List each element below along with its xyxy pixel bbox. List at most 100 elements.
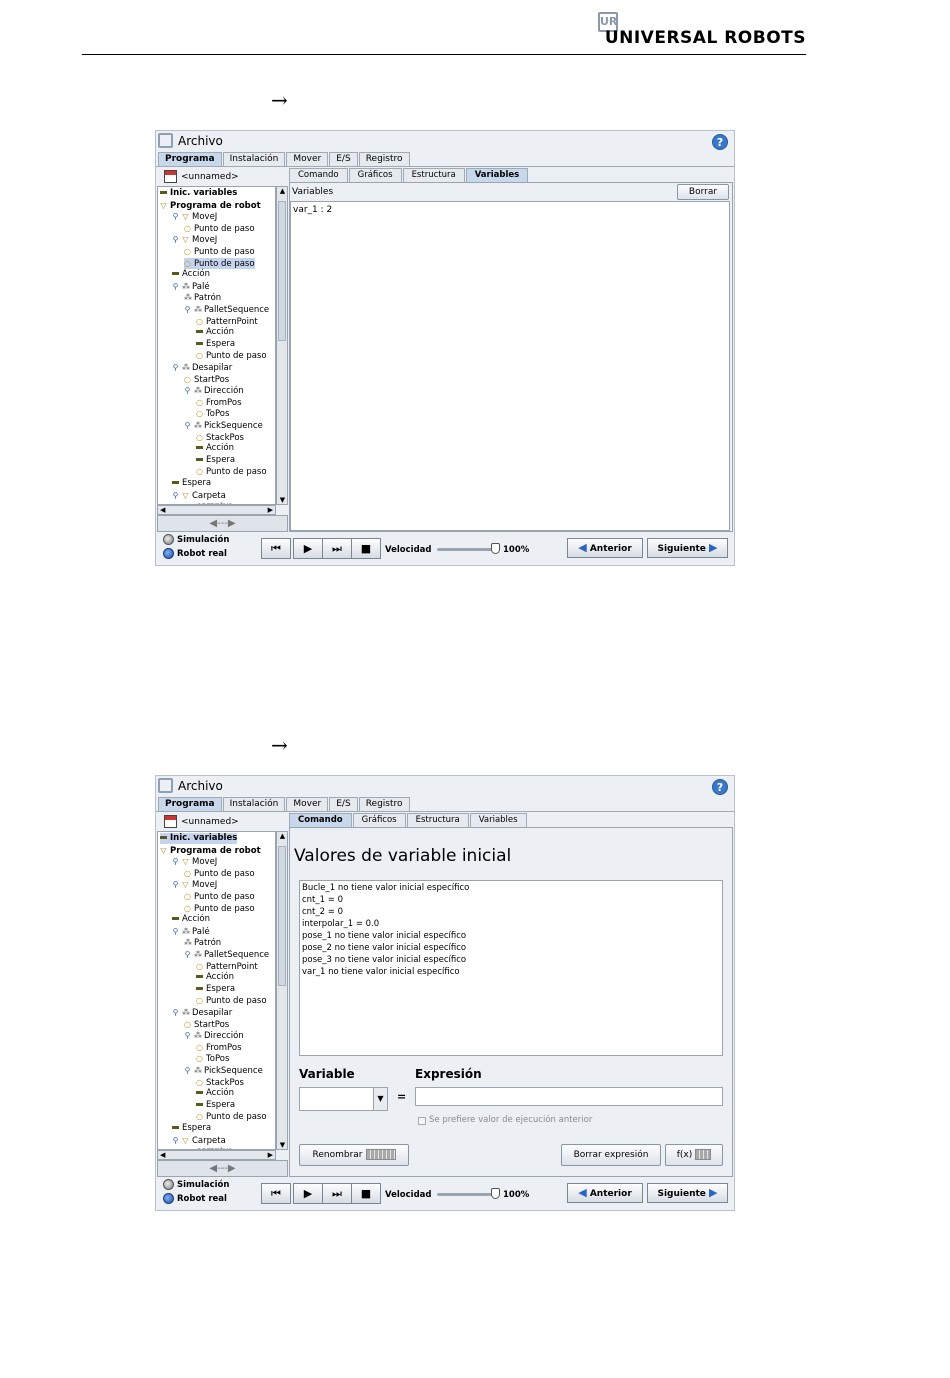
- expand-toggle-icon[interactable]: ⚲: [184, 949, 191, 960]
- step-button[interactable]: ⏭: [322, 538, 352, 559]
- tab-mover[interactable]: Mover: [286, 152, 329, 166]
- tree-item[interactable]: ○ Punto de paso: [184, 246, 255, 257]
- tree-item[interactable]: ○ Punto de paso: [184, 903, 255, 914]
- tree-item[interactable]: ⚲ ⁂ Desapilar: [172, 362, 233, 373]
- rewind-button[interactable]: ⏮: [261, 538, 291, 559]
- tab-registro[interactable]: Registro: [358, 152, 410, 166]
- scroll-down-icon[interactable]: ▼: [278, 496, 287, 504]
- tree-item[interactable]: Acción: [172, 269, 210, 280]
- tab-es[interactable]: E/S: [329, 797, 358, 811]
- file-menu[interactable]: Archivo: [178, 134, 223, 148]
- tree-item[interactable]: ○ Punto de paso: [196, 995, 267, 1006]
- tab-variables[interactable]: Variables: [465, 168, 529, 182]
- tree-item[interactable]: ○ StackPos: [196, 1077, 244, 1088]
- expand-toggle-icon[interactable]: ⚲: [172, 211, 179, 222]
- expand-toggle-icon[interactable]: ⚲: [172, 926, 179, 937]
- tab-estructura[interactable]: Estructura: [406, 813, 469, 827]
- list-item[interactable]: var_1 : 2: [293, 205, 332, 215]
- tree-item[interactable]: ○ Punto de paso: [196, 466, 267, 477]
- tree-vertical-scrollbar[interactable]: ▲ ▼: [276, 831, 288, 1150]
- tree-item[interactable]: ⚲ ⁂ Palé: [172, 281, 210, 292]
- expand-toggle-icon[interactable]: ⚲: [172, 856, 179, 867]
- clear-expression-button[interactable]: Borrar expresión: [561, 1144, 661, 1166]
- list-item[interactable]: Bucle_1 no tiene valor inicial específic…: [302, 883, 469, 893]
- expand-toggle-icon[interactable]: ⚲: [172, 362, 179, 373]
- stop-button[interactable]: ■: [351, 538, 381, 559]
- tree-item[interactable]: ○ Punto de paso: [184, 891, 255, 902]
- scroll-left-icon[interactable]: ◀: [160, 1151, 165, 1159]
- tree-item[interactable]: ⚲ ▽ MoveJ: [172, 234, 218, 245]
- tree-horizontal-scrollbar[interactable]: ◀ ▶: [157, 505, 276, 515]
- radio-icon[interactable]: [163, 548, 174, 559]
- tree-item[interactable]: ○ StackPos: [196, 432, 244, 443]
- prefer-previous-checkbox[interactable]: [418, 1117, 426, 1125]
- scroll-up-icon[interactable]: ▲: [278, 187, 287, 195]
- tree-item[interactable]: ⚲ ⁂ Palé: [172, 926, 210, 937]
- tree-item[interactable]: ▽ Programa de robot: [160, 200, 260, 211]
- list-item[interactable]: pose_1 no tiene valor inicial específico: [302, 931, 466, 941]
- tree-item[interactable]: Acción: [196, 1088, 234, 1099]
- tree-item[interactable]: ⚲ ▽ MoveJ: [172, 211, 218, 222]
- tree-item[interactable]: ▽ Programa de robot: [160, 845, 260, 856]
- tree-item[interactable]: ○ Punto de paso: [184, 868, 255, 879]
- tree-item[interactable]: ⚲ ▽ MoveJ: [172, 879, 218, 890]
- list-item[interactable]: interpolar_1 = 0.0: [302, 919, 379, 929]
- help-icon[interactable]: ?: [712, 779, 728, 795]
- tab-variables[interactable]: Variables: [469, 813, 527, 827]
- expand-toggle-icon[interactable]: ⚲: [172, 879, 179, 890]
- expand-toggle-icon[interactable]: ⚲: [184, 420, 191, 431]
- play-button[interactable]: ▶: [293, 538, 323, 559]
- tree-item[interactable]: Espera: [196, 455, 235, 466]
- function-keyboard-button[interactable]: f(x): [665, 1144, 723, 1166]
- tree-item[interactable]: ⚲ ⁂ PalletSequence: [184, 949, 270, 960]
- expand-toggle-icon[interactable]: ⚲: [172, 281, 179, 292]
- tree-horizontal-scrollbar[interactable]: ◀ ▶: [157, 1150, 276, 1160]
- tree-item[interactable]: ○ PatternPoint: [196, 316, 258, 327]
- expand-toggle-icon[interactable]: ⚲: [184, 1065, 191, 1076]
- tab-registro[interactable]: Registro: [358, 797, 410, 811]
- list-item[interactable]: pose_3 no tiene valor inicial específico: [302, 955, 466, 965]
- tree-item[interactable]: ⚲ ▽ Carpeta: [172, 1135, 226, 1146]
- tree-item[interactable]: ○ StartPos: [184, 374, 229, 385]
- expand-toggle-icon[interactable]: ⚲: [184, 304, 191, 315]
- tree-item[interactable]: ⁂ Patrón: [184, 292, 221, 303]
- tab-graficos[interactable]: Gráficos: [352, 813, 406, 827]
- tree-item[interactable]: ⚲ ▽ Carpeta: [172, 490, 226, 501]
- tree-item[interactable]: ○ PatternPoint: [196, 961, 258, 972]
- tree-item[interactable]: ○ Punto de paso: [184, 257, 255, 269]
- previous-button[interactable]: ◀ Anterior: [567, 1183, 643, 1203]
- tree-item[interactable]: ○ Punto de paso: [184, 223, 255, 234]
- tree-item[interactable]: Acción: [172, 914, 210, 925]
- scroll-up-icon[interactable]: ▲: [278, 832, 287, 840]
- tree-item[interactable]: ⚲ ⁂ Dirección: [184, 1030, 244, 1041]
- speed-slider[interactable]: [437, 548, 495, 551]
- save-icon[interactable]: [164, 170, 177, 183]
- collapse-panel-button[interactable]: ◀---▶: [157, 1160, 288, 1177]
- tree-item[interactable]: Espera: [172, 478, 211, 489]
- play-button[interactable]: ▶: [293, 1183, 323, 1204]
- tree-item[interactable]: ⚲ ⁂ PickSequence: [184, 1065, 263, 1076]
- scroll-thumb[interactable]: [278, 846, 286, 986]
- tree-item[interactable]: Inic. variables: [160, 833, 238, 844]
- variable-select[interactable]: ▼: [299, 1087, 388, 1111]
- scroll-right-icon[interactable]: ▶: [268, 506, 273, 514]
- tab-programa[interactable]: Programa: [158, 797, 222, 811]
- next-button[interactable]: Siguiente ▶: [647, 1183, 728, 1203]
- tree-item[interactable]: ○ FromPos: [196, 1042, 242, 1053]
- expand-toggle-icon[interactable]: ⚲: [172, 234, 179, 245]
- tree-item[interactable]: ○ ToPos: [196, 1053, 229, 1064]
- save-icon[interactable]: [164, 815, 177, 828]
- tree-item[interactable]: Espera: [196, 984, 235, 995]
- real-robot-radio[interactable]: Robot real: [163, 1193, 227, 1204]
- previous-button[interactable]: ◀ Anterior: [567, 538, 643, 558]
- radio-icon[interactable]: [163, 534, 174, 545]
- simulation-radio[interactable]: Simulación: [163, 1179, 229, 1190]
- rename-button[interactable]: Renombrar: [299, 1144, 409, 1166]
- tree-item[interactable]: Acción: [196, 327, 234, 338]
- tree-vertical-scrollbar[interactable]: ▲ ▼: [276, 186, 288, 505]
- tree-item[interactable]: ○ StartPos: [184, 1019, 229, 1030]
- tree-item[interactable]: Espera: [196, 1100, 235, 1111]
- stop-button[interactable]: ■: [351, 1183, 381, 1204]
- radio-icon[interactable]: [163, 1179, 174, 1190]
- scroll-left-icon[interactable]: ◀: [160, 506, 165, 514]
